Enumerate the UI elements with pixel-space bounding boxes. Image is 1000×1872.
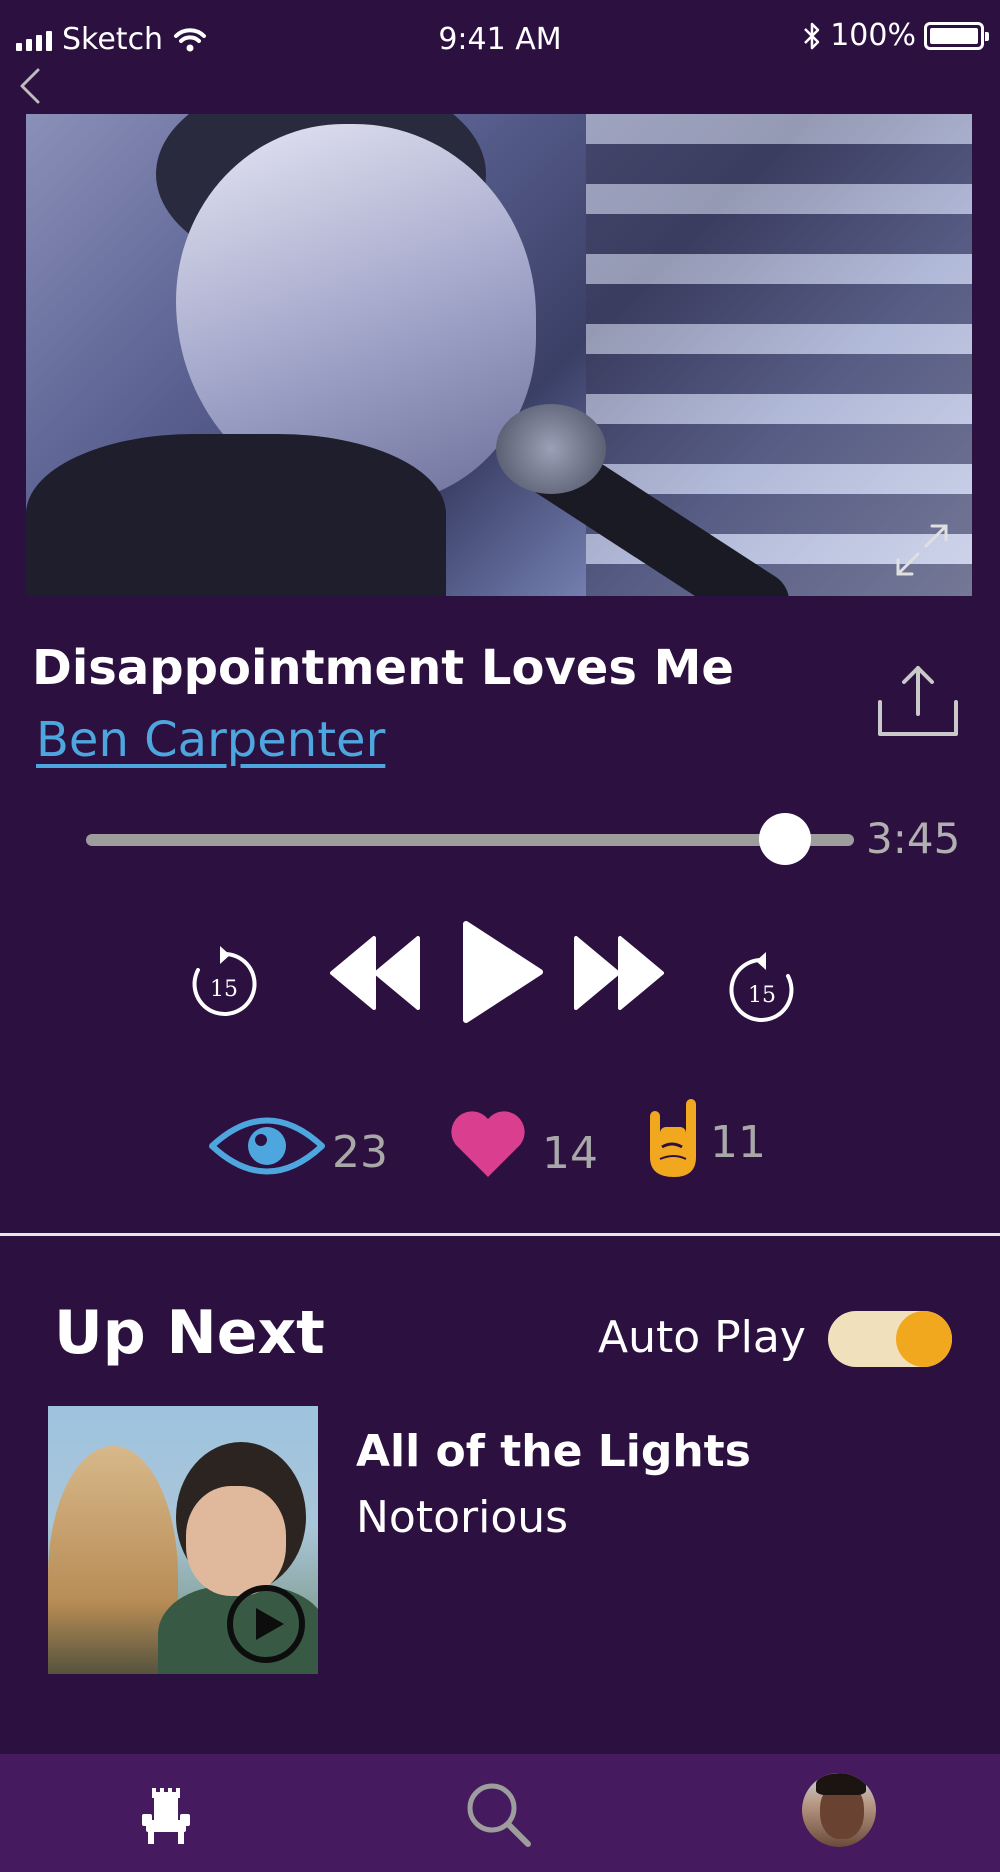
battery-icon xyxy=(924,21,989,50)
thumbnail-figure-2-face xyxy=(186,1486,286,1596)
video-player[interactable] xyxy=(26,114,972,596)
status-bar: Sketch 9:41 AM 100% xyxy=(0,0,1000,80)
artist-link[interactable]: Ben Carpenter xyxy=(36,712,385,768)
autoplay-label: Auto Play xyxy=(598,1312,806,1363)
progress-track[interactable] xyxy=(86,834,854,846)
views-count: 23 xyxy=(332,1127,388,1178)
rocks-count: 11 xyxy=(710,1117,766,1168)
play-icon xyxy=(463,921,543,1023)
divider xyxy=(0,1233,1000,1236)
expand-icon[interactable] xyxy=(892,520,952,580)
share-icon[interactable] xyxy=(876,662,960,738)
up-next-heading: Up Next xyxy=(54,1298,325,1368)
views-stat: 23 xyxy=(208,1111,388,1181)
rewind-icon xyxy=(330,936,420,1010)
play-circle-icon[interactable] xyxy=(224,1582,308,1666)
play-button[interactable] xyxy=(460,918,546,1026)
heart-icon xyxy=(451,1110,525,1177)
rock-stat[interactable]: 11 xyxy=(646,1097,766,1179)
skip-back-icon: 15 xyxy=(192,946,257,1016)
skip-forward-label: 15 xyxy=(748,983,776,1008)
search-icon[interactable] xyxy=(464,1780,534,1850)
video-figure-shirt xyxy=(26,434,446,596)
back-chevron-icon[interactable] xyxy=(10,62,50,112)
profile-avatar[interactable] xyxy=(802,1773,876,1847)
up-next-title[interactable]: All of the Lights xyxy=(356,1426,751,1477)
up-next-artist: Notorious xyxy=(356,1492,569,1543)
video-mic xyxy=(496,404,606,494)
avatar-hair xyxy=(816,1773,866,1795)
song-title: Disappointment Loves Me xyxy=(32,640,734,696)
autoplay-toggle[interactable] xyxy=(828,1311,952,1367)
status-right: 100% xyxy=(802,18,989,53)
likes-count: 14 xyxy=(542,1128,598,1179)
skip-back-label: 15 xyxy=(210,977,238,1002)
skip-forward-icon: 15 xyxy=(729,952,794,1022)
autoplay-toggle-knob xyxy=(896,1311,952,1367)
progress-knob[interactable] xyxy=(758,813,811,865)
eye-icon xyxy=(209,1117,325,1174)
skip-back-15-button[interactable]: 15 xyxy=(188,944,260,1020)
throne-icon[interactable] xyxy=(140,1784,192,1846)
rock-hand-icon xyxy=(650,1098,696,1177)
skip-forward-15-button[interactable]: 15 xyxy=(726,950,798,1026)
bluetooth-icon xyxy=(804,22,820,49)
rewind-button[interactable] xyxy=(330,934,422,1012)
up-next-thumbnail[interactable] xyxy=(48,1406,318,1674)
likes-stat[interactable]: 14 xyxy=(448,1106,598,1179)
fast-forward-button[interactable] xyxy=(572,934,664,1012)
duration: 3:45 xyxy=(866,814,961,863)
battery-percent: 100% xyxy=(830,18,916,53)
fast-forward-icon xyxy=(574,936,664,1010)
